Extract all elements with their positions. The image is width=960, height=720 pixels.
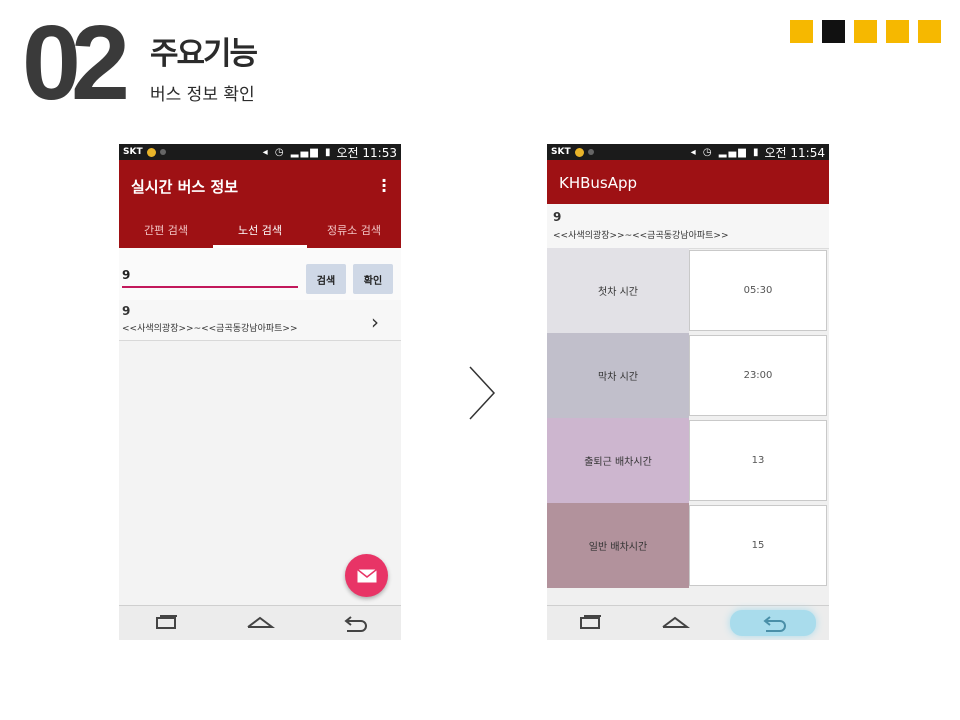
app-toolbar: KHBusApp	[547, 160, 829, 204]
chevron-right-icon: ›	[371, 310, 379, 334]
home-button[interactable]	[645, 610, 705, 636]
notification-icon	[587, 149, 594, 155]
square-5	[918, 20, 941, 43]
clock: 오전 11:54	[764, 145, 825, 160]
search-row: 검색 확인	[119, 248, 401, 300]
app-title: KHBusApp	[559, 174, 638, 192]
info-value: 23:00	[689, 335, 827, 416]
notification-icon	[159, 149, 166, 155]
info-value: 05:30	[689, 250, 827, 331]
square-1	[790, 20, 813, 43]
status-bar: SKT ◂ ◷ ▂▄▆ ▮ 오전 11:53	[119, 144, 401, 160]
carrier-label: SKT	[551, 147, 571, 157]
phone-screenshot-search: SKT ◂ ◷ ▂▄▆ ▮ 오전 11:53 실시간 버스 정보 · · · 간편 …	[119, 144, 401, 640]
tab-quick-search[interactable]: 간편 검색	[119, 212, 213, 248]
confirm-button[interactable]: 확인	[353, 264, 393, 294]
section-subtitle: 버스 정보 확인	[150, 85, 255, 105]
info-label: 출퇴근 배차시간	[547, 418, 689, 503]
recent-apps-icon	[579, 615, 601, 629]
notification-icon	[146, 147, 156, 157]
recent-apps-icon	[156, 615, 177, 629]
square-2	[822, 20, 845, 43]
back-arrow-icon	[763, 616, 787, 632]
section-number: 02	[22, 4, 130, 122]
square-3	[854, 20, 877, 43]
recent-apps-button[interactable]	[560, 610, 620, 636]
route-search-input[interactable]	[122, 264, 298, 288]
home-icon	[247, 616, 275, 628]
carrier-label: SKT	[123, 147, 143, 157]
route-name: <<사색의광장>>~<<금곡동강남아파트>>	[122, 324, 298, 334]
status-icons: ◂ ◷ ▂▄▆ ▮	[262, 146, 333, 158]
bus-info-table: 첫차 시간 05:30 막차 시간 23:00 출퇴근 배차시간 13 일반 배…	[547, 248, 829, 588]
section-title: 주요기능	[150, 36, 258, 72]
mail-fab-button[interactable]	[345, 554, 388, 597]
status-bar: SKT ◂ ◷ ▂▄▆ ▮ 오전 11:54	[547, 144, 829, 160]
info-row-last-bus: 막차 시간 23:00	[547, 333, 829, 418]
info-label: 첫차 시간	[547, 248, 689, 333]
status-icons: ◂ ◷ ▂▄▆ ▮	[690, 146, 761, 158]
recent-apps-button[interactable]	[136, 610, 196, 636]
info-row-normal-interval: 일반 배차시간 15	[547, 503, 829, 588]
android-nav-bar	[547, 605, 829, 640]
back-arrow-icon	[344, 616, 367, 632]
back-button[interactable]	[730, 610, 817, 636]
info-label: 일반 배차시간	[547, 503, 689, 588]
info-value: 13	[689, 420, 827, 501]
search-button[interactable]: 검색	[306, 264, 346, 294]
route-number: 9	[553, 210, 562, 224]
android-nav-bar	[119, 605, 401, 640]
info-row-first-bus: 첫차 시간 05:30	[547, 248, 829, 333]
decorative-squares	[790, 20, 941, 43]
route-name: <<사색의광장>>~<<금곡동강남아파트>>	[553, 231, 729, 241]
route-header: 9 <<사색의광장>>~<<금곡동강남아파트>>	[547, 204, 829, 249]
tab-route-search[interactable]: 노선 검색	[213, 212, 307, 248]
clock: 오전 11:53	[336, 145, 397, 160]
tab-stop-search[interactable]: 정류소 검색	[307, 212, 401, 248]
tab-bar: 간편 검색 노선 검색 정류소 검색	[119, 212, 401, 248]
back-button[interactable]	[324, 610, 384, 636]
overflow-menu-icon[interactable]: · · ·	[381, 173, 387, 199]
home-button[interactable]	[230, 610, 290, 636]
route-result-item[interactable]: 9 <<사색의광장>>~<<금곡동강남아파트>> ›	[119, 300, 401, 341]
info-value: 15	[689, 505, 827, 586]
chevron-right-icon	[469, 366, 496, 420]
mail-icon	[356, 568, 377, 582]
phone-screenshot-detail: SKT ◂ ◷ ▂▄▆ ▮ 오전 11:54 KHBusApp 9 <<사색의광…	[547, 144, 829, 640]
route-number: 9	[122, 304, 131, 318]
square-4	[886, 20, 909, 43]
info-label: 막차 시간	[547, 333, 689, 418]
notification-icon	[574, 147, 584, 157]
info-row-rush-interval: 출퇴근 배차시간 13	[547, 418, 829, 503]
app-title: 실시간 버스 정보	[131, 178, 239, 196]
app-toolbar: 실시간 버스 정보 · · · 간편 검색 노선 검색 정류소 검색	[119, 160, 401, 248]
home-icon	[662, 616, 690, 628]
